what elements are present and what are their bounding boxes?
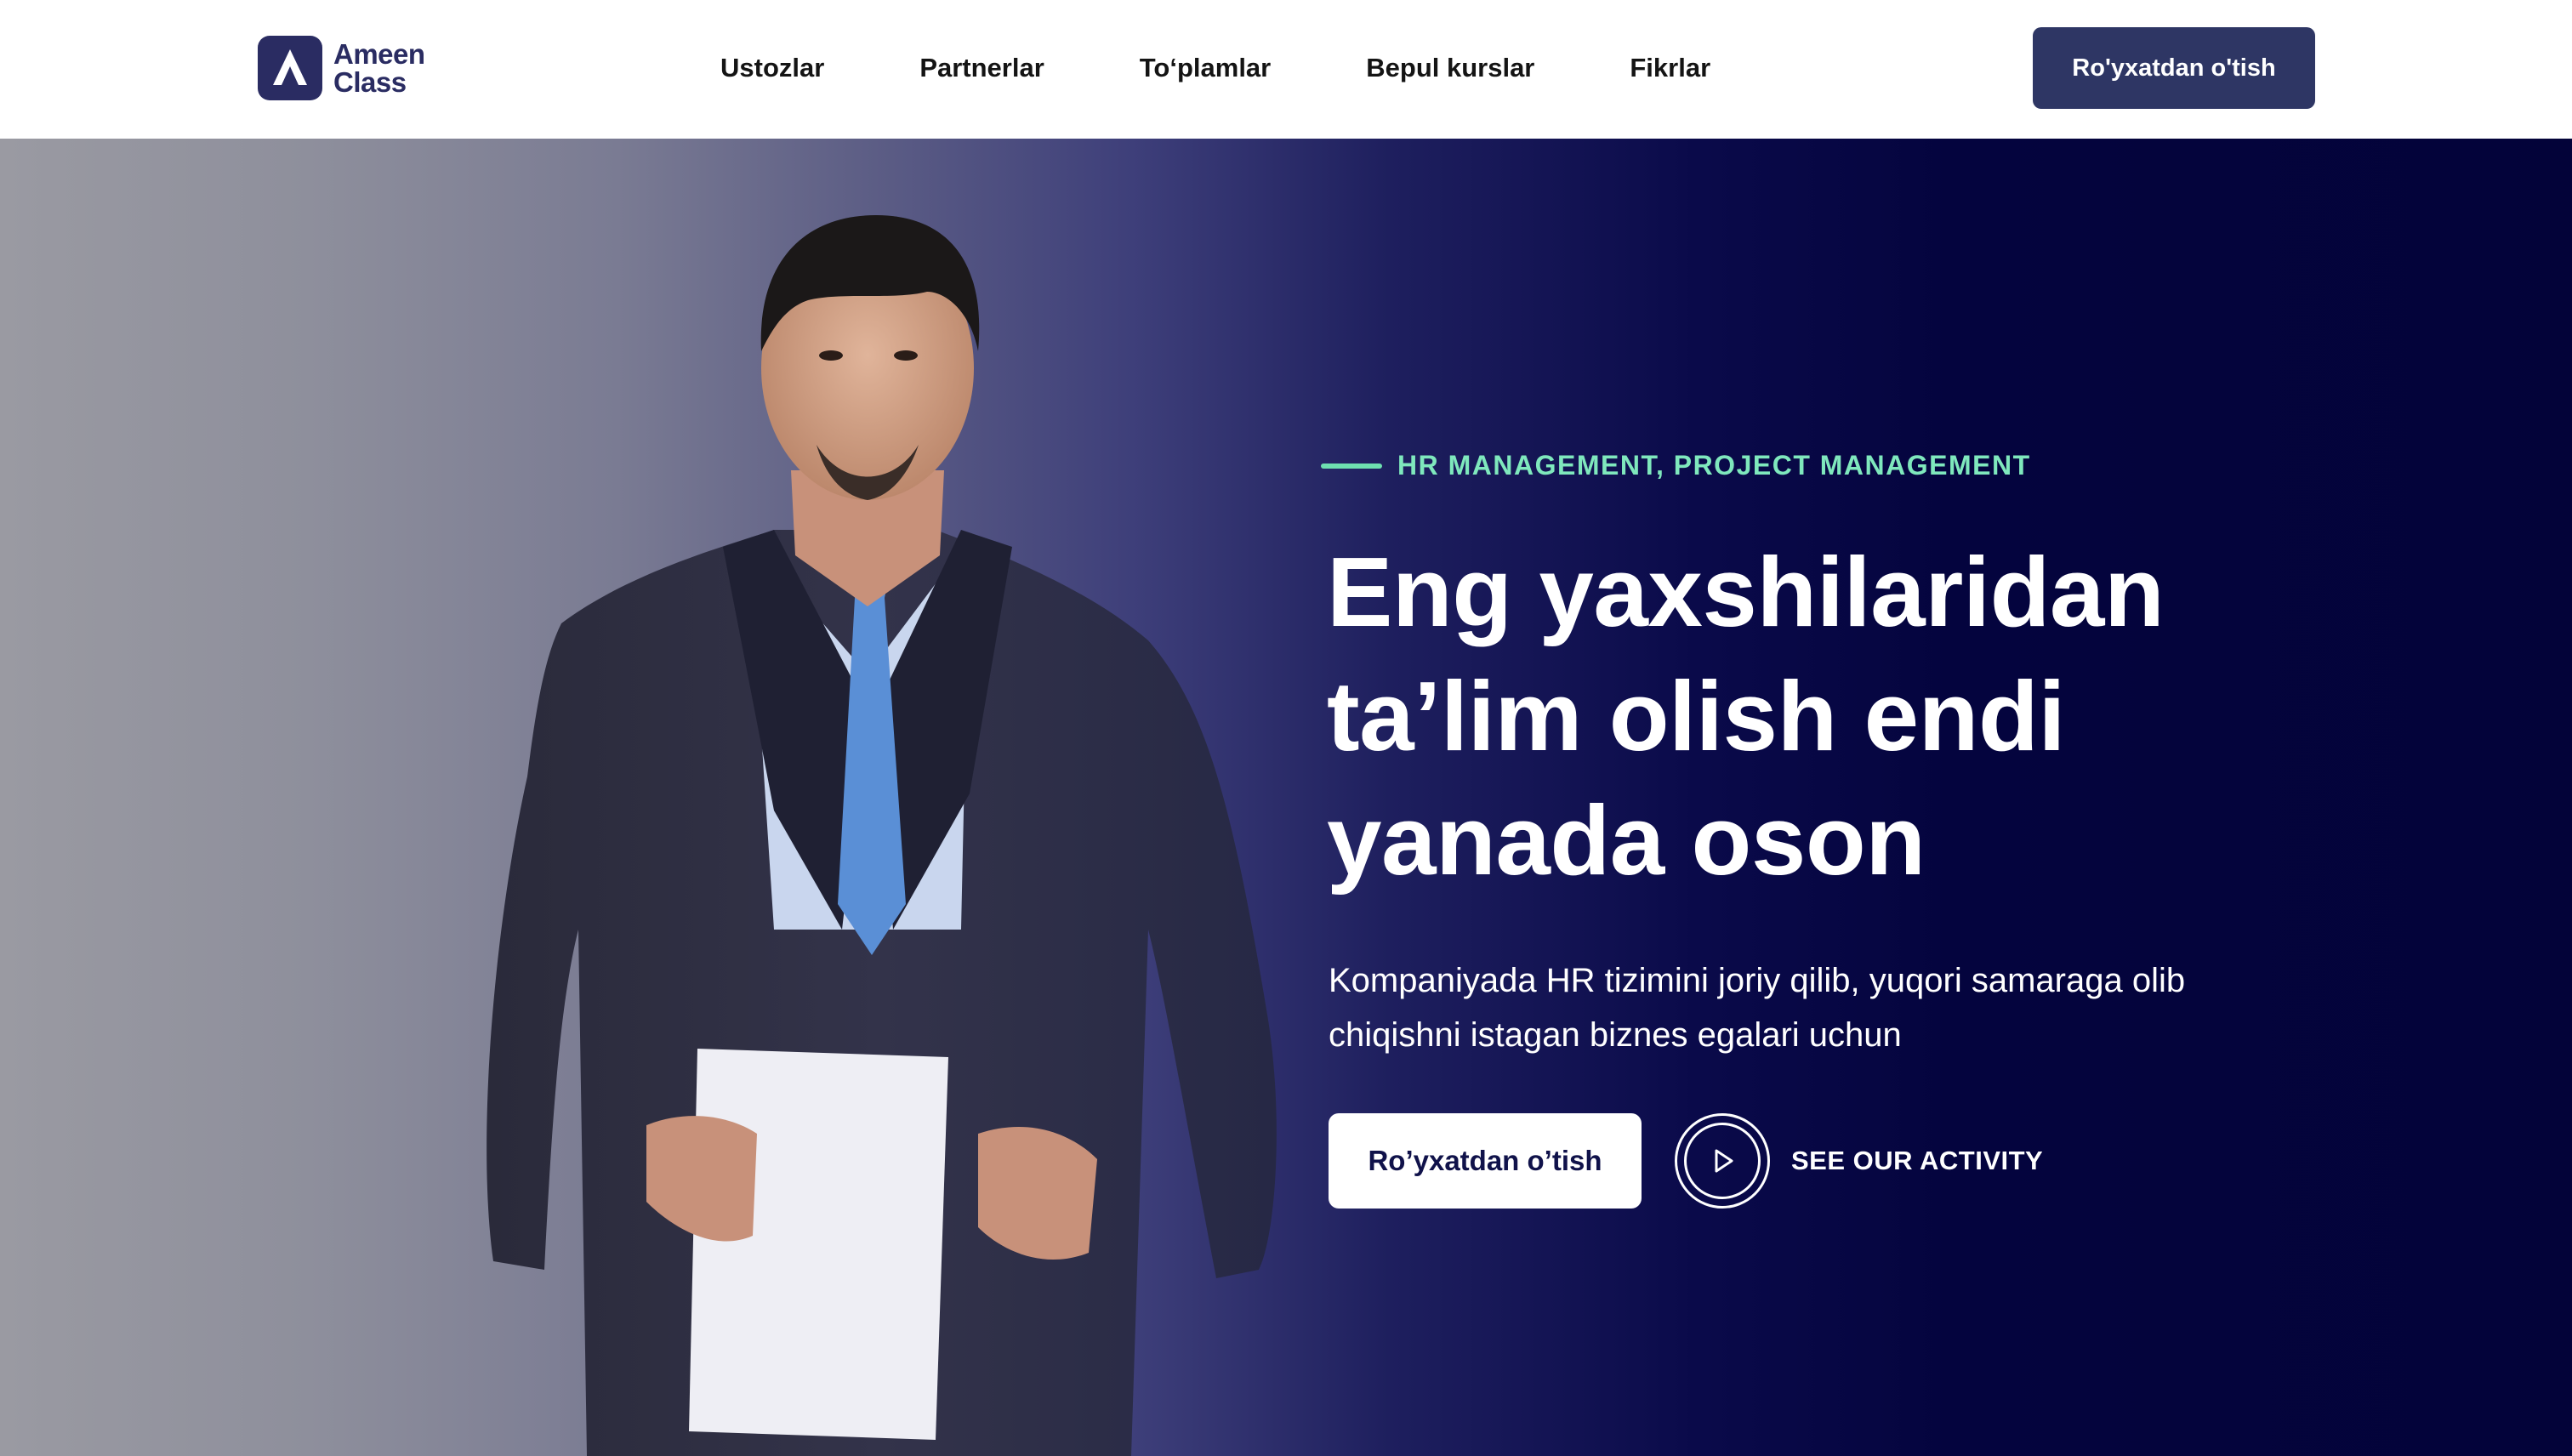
nav-item-partnerlar[interactable]: Partnerlar (919, 48, 1044, 88)
subtitle-line-2: chiqishni istagan biznes egalari uchun (1329, 1016, 1902, 1054)
main-nav: Ustozlar Partnerlar To‘plamlar Bepul kur… (720, 48, 1710, 88)
brand-name: Ameen Class (333, 40, 425, 96)
site-header: Ameen Class Ustozlar Partnerlar To‘plaml… (0, 0, 2572, 139)
eyebrow-accent-line (1321, 463, 1382, 469)
nav-item-fikrlar[interactable]: Fikrlar (1630, 48, 1710, 88)
hero-section: HR MANAGEMENT, PROJECT MANAGEMENT Eng ya… (0, 139, 2572, 1456)
nav-item-ustozlar[interactable]: Ustozlar (720, 48, 824, 88)
brand-name-line1: Ameen (333, 38, 425, 70)
hero-headline: Eng yaxshilaridan ta’lim olish endi yana… (1327, 530, 2347, 902)
play-icon (1715, 1149, 1733, 1173)
headline-line-1: Eng yaxshilaridan (1327, 537, 2165, 647)
hero-person-image (487, 215, 1277, 1456)
see-activity-link[interactable]: SEE OUR ACTIVITY (1791, 1142, 2043, 1180)
brand-name-line2: Class (333, 66, 407, 98)
hero-subtitle: Kompaniyada HR tizimini joriy qilib, yuq… (1329, 953, 2307, 1062)
brand-logo[interactable]: Ameen Class (258, 36, 425, 100)
hero-register-button[interactable]: Ro’yxatdan o’tish (1329, 1113, 1642, 1209)
nav-item-bepul-kurslar[interactable]: Bepul kurslar (1366, 48, 1534, 88)
headline-line-3: yanada oson (1327, 785, 1926, 896)
play-button-inner (1684, 1123, 1761, 1199)
subtitle-line-1: Kompaniyada HR tizimini joriy qilib, yuq… (1329, 962, 2186, 999)
eyebrow-text: HR MANAGEMENT, PROJECT MANAGEMENT (1397, 450, 2031, 481)
header-register-button[interactable]: Ro'yxatdan o'tish (2033, 27, 2315, 109)
headline-line-2: ta’lim olish endi (1327, 661, 2066, 771)
play-button[interactable] (1675, 1113, 1770, 1209)
ameen-logo-icon (258, 36, 322, 100)
nav-item-toplamlar[interactable]: To‘plamlar (1140, 48, 1271, 88)
hero-eyebrow: HR MANAGEMENT, PROJECT MANAGEMENT (1321, 450, 2031, 481)
